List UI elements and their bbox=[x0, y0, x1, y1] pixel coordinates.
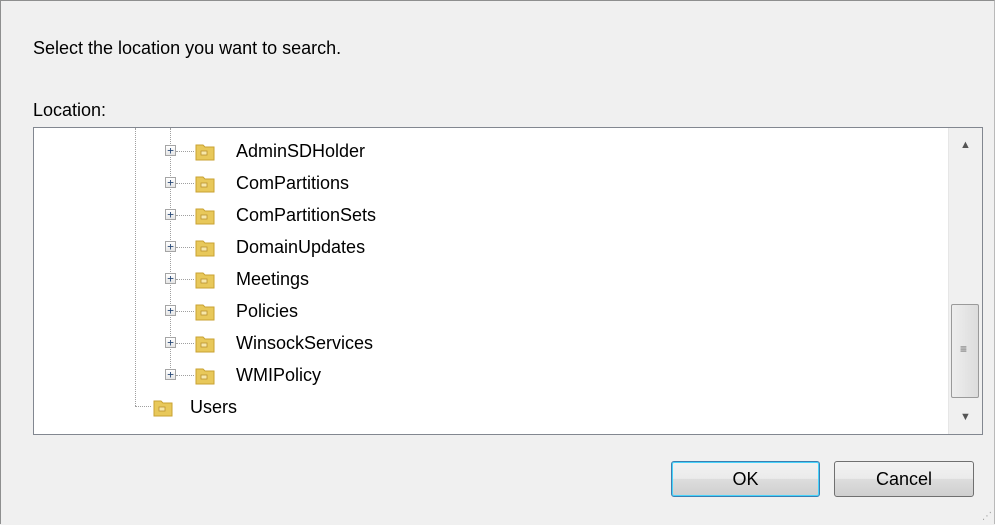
tree-item-label: ComPartitions bbox=[236, 173, 350, 193]
folder-icon bbox=[195, 208, 215, 225]
tree-item-policies[interactable]: + Policies bbox=[34, 296, 944, 328]
scrollbar-thumb[interactable]: ≡ bbox=[951, 304, 979, 398]
dialog-prompt: Select the location you want to search. bbox=[33, 38, 342, 58]
expand-icon[interactable]: + bbox=[165, 273, 176, 284]
expand-icon[interactable]: + bbox=[165, 337, 176, 348]
tree-item-compartitions[interactable]: + ComPartitions bbox=[34, 168, 944, 200]
cancel-button[interactable]: Cancel bbox=[834, 461, 974, 497]
folder-icon bbox=[195, 368, 215, 385]
scroll-up-arrow-icon[interactable]: ▲ bbox=[949, 128, 982, 162]
tree-item-meetings[interactable]: + Meetings bbox=[34, 264, 944, 296]
location-tree[interactable]: + AdminSDHolder + ComPartitions + ComPar… bbox=[33, 127, 983, 435]
scroll-down-arrow-icon[interactable]: ▼ bbox=[949, 400, 982, 434]
expand-icon[interactable]: + bbox=[165, 145, 176, 156]
folder-icon bbox=[195, 304, 215, 321]
tree-item-compartitionsets[interactable]: + ComPartitionSets bbox=[34, 200, 944, 232]
expand-icon[interactable]: + bbox=[165, 209, 176, 220]
tree-item-label: WinsockServices bbox=[236, 333, 374, 353]
folder-icon bbox=[153, 400, 173, 417]
tree-item-label: Policies bbox=[236, 301, 299, 321]
folder-icon bbox=[195, 272, 215, 289]
expand-icon[interactable]: + bbox=[165, 241, 176, 252]
tree-item-label: Users bbox=[190, 397, 238, 417]
tree-item-label: DomainUpdates bbox=[236, 237, 366, 257]
folder-icon bbox=[195, 176, 215, 193]
tree-item-domainupdates[interactable]: + DomainUpdates bbox=[34, 232, 944, 264]
folder-icon bbox=[195, 240, 215, 257]
folder-icon bbox=[195, 144, 215, 161]
ok-button[interactable]: OK bbox=[671, 461, 820, 497]
tree-item-adminsdholder[interactable]: + AdminSDHolder bbox=[34, 136, 944, 168]
tree-item-label: AdminSDHolder bbox=[236, 141, 366, 161]
resize-grip-icon[interactable]: ⋰ bbox=[982, 511, 992, 522]
expand-icon[interactable]: + bbox=[165, 177, 176, 188]
folder-icon bbox=[195, 336, 215, 353]
tree-item-users[interactable]: Users bbox=[34, 392, 944, 424]
grip-icon: ≡ bbox=[960, 342, 968, 356]
expand-icon[interactable]: + bbox=[165, 305, 176, 316]
tree-item-label: WMIPolicy bbox=[236, 365, 321, 385]
tree-item-label: ComPartitionSets bbox=[236, 205, 377, 225]
location-label: Location: bbox=[33, 100, 107, 120]
vertical-scrollbar[interactable]: ▲ ≡ ▼ bbox=[948, 128, 982, 434]
tree-item-winsockservices[interactable]: + WinsockServices bbox=[34, 328, 944, 360]
expand-icon[interactable]: + bbox=[165, 369, 176, 380]
tree-item-wmipolicy[interactable]: + WMIPolicy bbox=[34, 360, 944, 392]
tree-item-label: Meetings bbox=[236, 269, 310, 289]
